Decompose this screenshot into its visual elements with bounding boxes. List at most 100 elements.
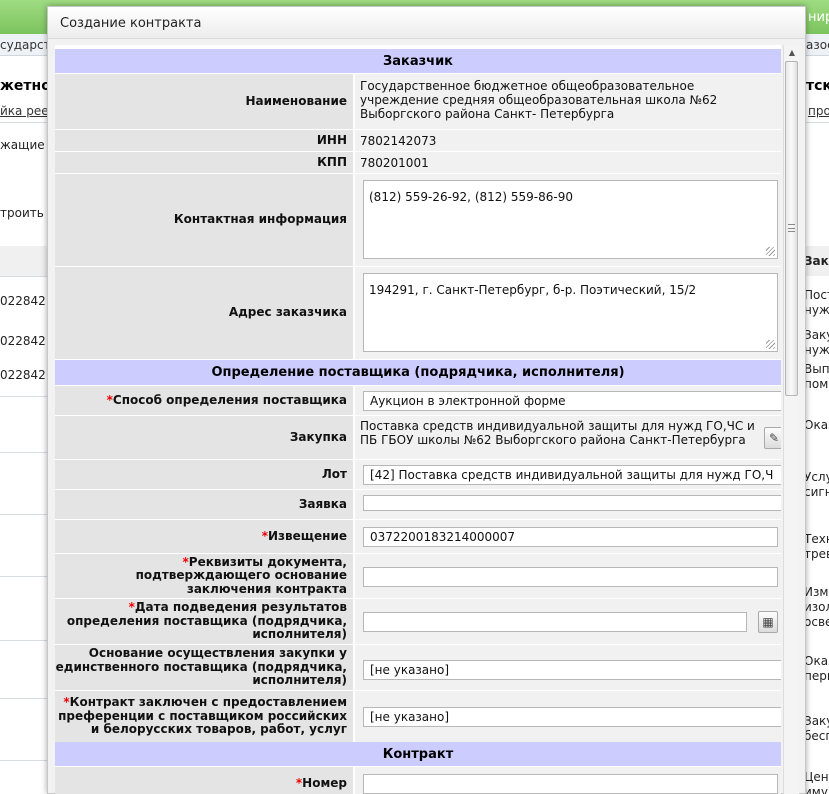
kpp-value: 780201001 [360,156,429,170]
page-title-left: жетно [0,78,51,94]
docs-input[interactable] [363,567,778,587]
bg-item-left[interactable]: троить [0,206,44,221]
date-label-text: Дата подведения результатов определения … [66,600,347,642]
bg-row-right: Пост нуж [804,288,829,317]
divider [0,760,47,761]
application-cell [355,490,781,519]
scroll-up-icon[interactable]: ▲ [787,48,797,58]
dialog-form: Заказчик Наименование Государственное бю… [55,45,781,794]
row-inn: ИНН 7802142073 [55,130,781,152]
customer-name-value: Государственное бюджетное общеобразовате… [360,79,718,121]
resize-grip-icon[interactable] [766,247,775,256]
contact-textarea[interactable]: (812) 559-26-92, (812) 559-86-90 [363,180,778,259]
grip-icon [788,224,795,232]
row-single-supplier: Основание осуществления закупки у единст… [55,645,781,691]
docs-label: *Реквизиты документа, подтверждающего ос… [55,554,353,598]
bg-header-band [0,246,47,276]
contact-textarea-value: (812) 559-26-92, (812) 559-86-90 [369,190,573,204]
subnav-text-left[interactable]: сударст [0,38,51,52]
divider [0,698,47,699]
divider [0,576,47,577]
preference-label: *Контракт заключен с предоставлением пре… [55,691,353,742]
inn-cell: 7802142073 [355,130,781,151]
lot-label: Лот [55,460,353,489]
row-lot: Лот [42] Поставка средств индивидуальной… [55,460,781,490]
address-textarea[interactable]: 194291, г. Санкт-Петербург, б-р. Поэтиче… [363,273,778,352]
bg-row-right: Изме изол осве [804,585,829,629]
single-supplier-select[interactable]: [не указано] [363,660,781,680]
header-text-right: нир [808,10,829,25]
method-label-text: Способ определения поставщика [112,392,347,407]
application-select[interactable] [363,495,781,511]
method-cell: Аукцион в электронной форме [355,386,781,415]
lot-select[interactable]: [42] Поставка средств индивидуальной защ… [363,465,781,485]
divider [0,396,47,397]
kpp-cell: 780201001 [355,152,781,173]
bg-row-right: Заку нуж [804,328,829,357]
create-contract-dialog: Создание контракта Заказчик Наименование… [47,6,806,794]
bg-col-header: Зака [804,254,829,268]
number-label: * Номер [55,767,353,794]
customer-name-label: Наименование [55,74,353,129]
row-application: Заявка [55,490,781,520]
calendar-icon[interactable]: ▦ [758,611,778,633]
row-notice: * Извещение 0372200183214000007 [55,520,781,554]
bg-row-left: 022842 [0,368,46,382]
row-address: Адрес заказчика 194291, г. Санкт-Петербу… [55,267,781,360]
date-cell: ▦ [355,599,781,644]
link-right[interactable]: прои [808,104,829,118]
bg-item-left: жащие [0,138,45,152]
date-label: *Дата подведения результатов определения… [55,599,353,644]
resize-grip-icon[interactable] [766,340,775,349]
inn-label: ИНН [55,130,353,151]
divider [0,122,47,123]
bg-row-right: Оказ [804,418,829,432]
divider [0,514,47,515]
address-label: Адрес заказчика [55,267,353,359]
subnav-text-right[interactable]: азос [806,38,829,52]
purchase-label: Закупка [55,416,353,459]
method-select[interactable]: Аукцион в электронной форме [363,391,781,411]
notice-label-text: Извещение [268,528,347,543]
lot-cell: [42] Поставка средств индивидуальной защ… [355,460,781,489]
notice-label: * Извещение [55,520,353,553]
application-label: Заявка [55,490,353,519]
docs-cell [355,554,781,598]
bg-row-left: 022842 [0,334,46,348]
notice-input[interactable]: 0372200183214000007 [363,527,778,547]
notice-cell: 0372200183214000007 [355,520,781,553]
bg-row-left: 022842 [0,294,46,308]
row-docs: *Реквизиты документа, подтверждающего ос… [55,554,781,599]
row-method: * Способ определения поставщика Аукцион в… [55,386,781,416]
kpp-label: КПП [55,152,353,173]
divider [0,276,47,277]
preference-cell: [не указано] [355,691,781,742]
date-input[interactable] [363,612,747,632]
bg-row-right: Услу сигн [804,470,829,499]
single-supplier-label: Основание осуществления закупки у единст… [55,645,353,690]
divider [0,640,47,641]
link-left[interactable]: йка рее [0,104,49,118]
dialog-titlebar[interactable]: Создание контракта [48,7,805,39]
bg-row-right: Оказ пери [804,654,829,683]
purchase-cell: Поставка средств индивидуальной защиты д… [355,416,781,459]
divider [806,122,829,123]
section-contract: Контракт [55,742,781,767]
bg-row-right: Цент иму [804,770,829,794]
row-preference: *Контракт заключен с предоставлением пре… [55,691,781,743]
pencil-icon[interactable]: ✎ [764,427,781,449]
purchase-value: Поставка средств индивидуальной защиты д… [360,419,755,447]
inn-value: 7802142073 [360,134,437,148]
row-customer-name: Наименование Государственное бюджетное о… [55,74,781,130]
contact-cell: (812) 559-26-92, (812) 559-86-90 [355,174,781,266]
number-input[interactable] [363,774,778,794]
dialog-scrollbar[interactable]: ▲ [783,45,799,794]
preference-select[interactable]: [не указано] [363,707,781,727]
address-cell: 194291, г. Санкт-Петербург, б-р. Поэтиче… [355,267,781,359]
section-supplier: Определение поставщика (подрядчика, испо… [55,360,781,386]
scrollbar-thumb[interactable] [785,61,798,396]
row-number: * Номер [55,767,781,794]
method-label: * Способ определения поставщика [55,386,353,415]
bg-row-right: Выпо поме [804,362,829,391]
row-kpp: КПП 780201001 [55,152,781,174]
